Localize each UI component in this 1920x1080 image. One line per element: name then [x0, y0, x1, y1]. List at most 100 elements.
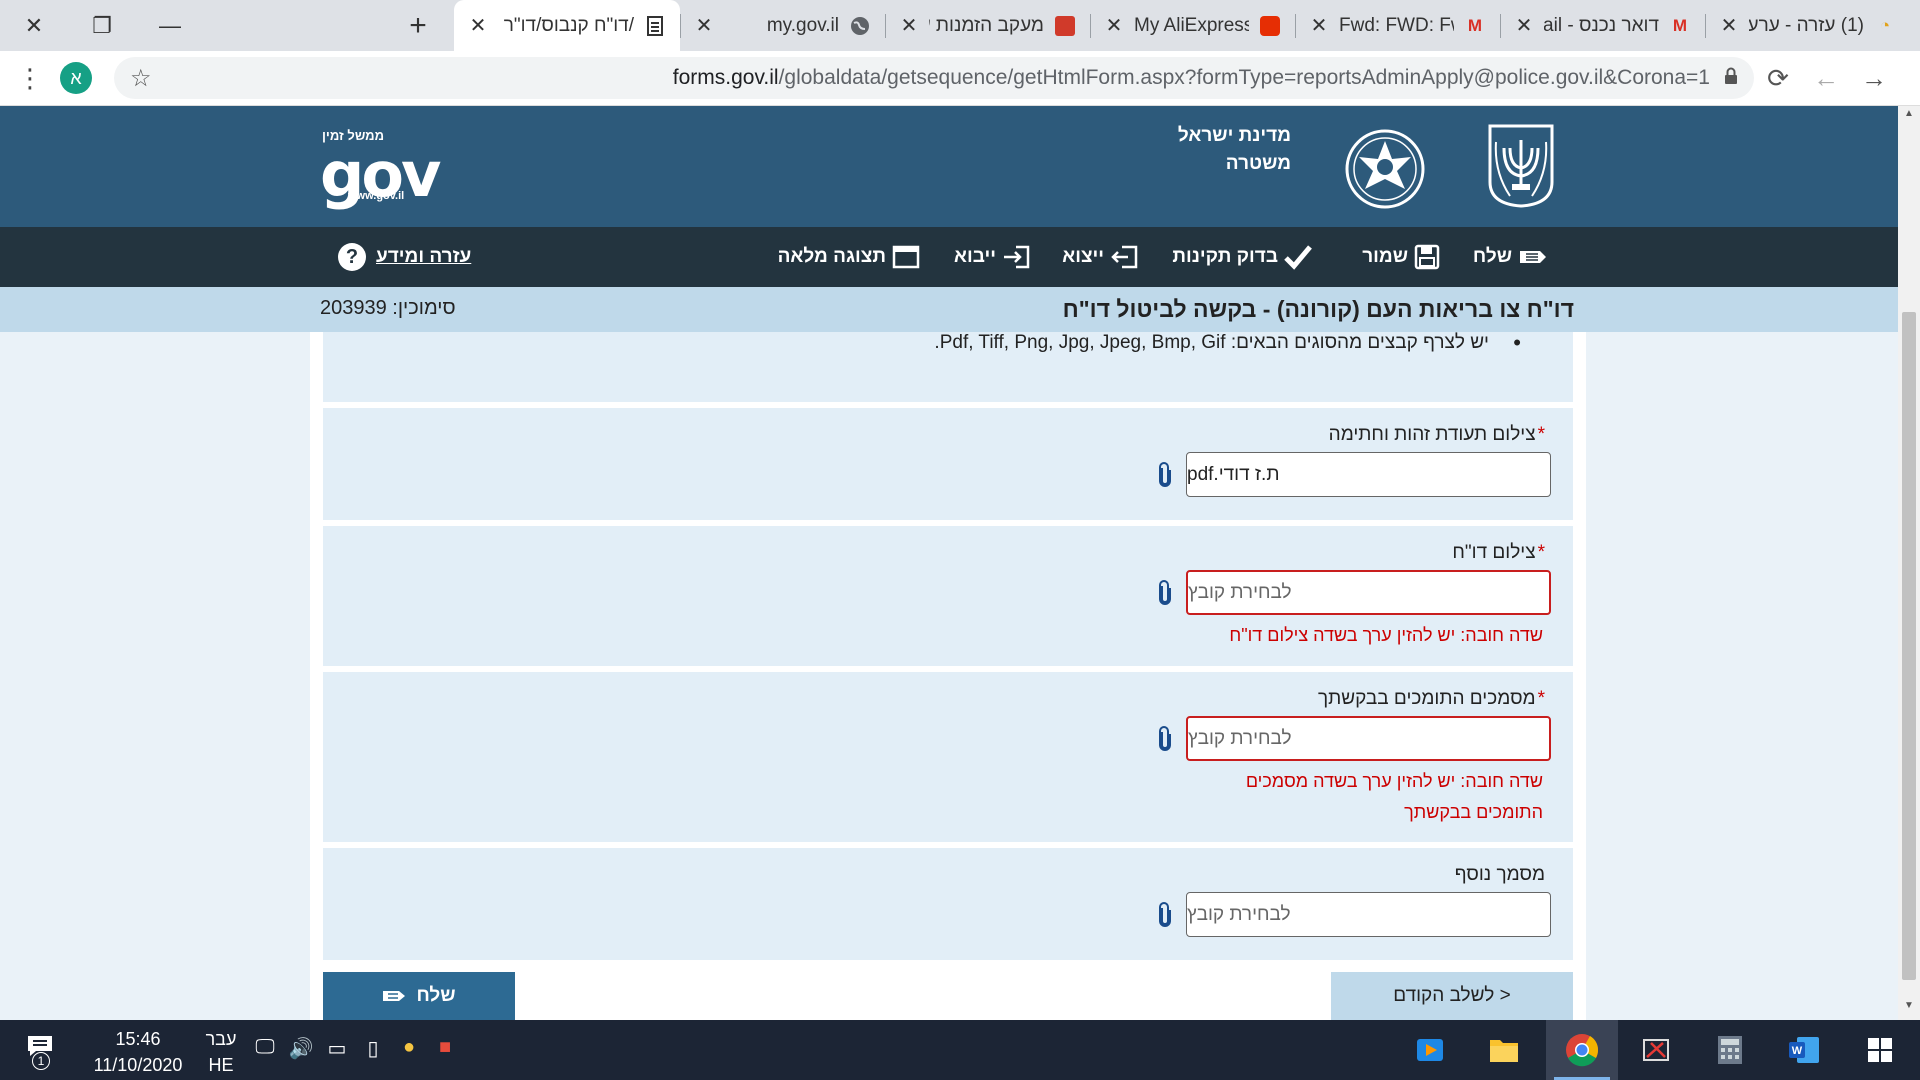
- id-photo-file-input[interactable]: ת.ז דודי.pdf: [1186, 452, 1551, 497]
- import-icon: [1004, 245, 1030, 269]
- help-link[interactable]: עזרה ומידע ?: [338, 227, 471, 287]
- report-photo-file-input[interactable]: לבחירת קובץ: [1186, 570, 1551, 615]
- send-toolbar-button[interactable]: שלח: [1473, 227, 1548, 287]
- tab-favicon-icon: ◔: [1879, 15, 1891, 35]
- gov-logo[interactable]: ממשל זמין gov www.gov.il: [320, 128, 441, 211]
- supporting-docs-section: *מסמכים התומכים בבקשתך לבחירת קובץ שדה ח…: [323, 672, 1573, 842]
- close-tab-icon[interactable]: ✕: [899, 13, 919, 38]
- form-title-bar: דו"ח צו בריאות העם (קורונה) - בקשה לביטו…: [0, 287, 1898, 332]
- paperclip-icon[interactable]: [1155, 902, 1175, 928]
- close-tab-icon[interactable]: ✕: [1104, 13, 1124, 38]
- send-button-label: שלח: [416, 985, 456, 1006]
- snipping-tool-icon[interactable]: [1620, 1020, 1692, 1080]
- browser-menu-icon[interactable]: ⋮: [0, 63, 60, 94]
- export-toolbar-button[interactable]: ייצוא: [1062, 227, 1138, 287]
- required-marker: *: [1537, 688, 1545, 709]
- fullscreen-toolbar-button[interactable]: תצוגה מלאה: [778, 227, 920, 287]
- clock[interactable]: 15:46 11/10/2020: [88, 1026, 188, 1078]
- svg-text:W: W: [1792, 1045, 1803, 1057]
- tab-title: my.gov.il: [766, 14, 839, 36]
- gmail-icon: M: [1467, 15, 1483, 35]
- forward-arrow-icon[interactable]: →: [1850, 63, 1898, 94]
- calculator-icon[interactable]: [1694, 1020, 1766, 1080]
- cloud-sync-icon[interactable]: ●: [396, 1036, 422, 1061]
- browser-tab[interactable]: ◔ (1) עזרה - ערעור ✕: [1705, 0, 1910, 51]
- gmail-icon: M: [1672, 15, 1688, 35]
- scroll-down-arrow-icon[interactable]: ▼: [1898, 1000, 1920, 1018]
- security-alert-icon[interactable]: ■: [432, 1036, 458, 1061]
- tab-title: (1) עזרה - ערעור: [1749, 14, 1864, 36]
- report-photo-error: שדה חובה: יש להזין ערך בשדה צילום דו"ח: [1229, 625, 1543, 645]
- browser-tab[interactable]: M דואר נכנס - mail ✕: [1500, 0, 1705, 51]
- notification-center-icon[interactable]: 1: [26, 1034, 60, 1070]
- battery-icon[interactable]: ▭: [324, 1036, 350, 1061]
- previous-step-button[interactable]: < לשלב הקודם: [1331, 972, 1573, 1020]
- org-state: מדינת ישראל: [1177, 125, 1291, 146]
- page-scrollbar[interactable]: ▲ ▼: [1898, 106, 1920, 1020]
- browser-tab[interactable]: my.gov.il ✕: [680, 0, 885, 51]
- chrome-icon[interactable]: [1546, 1020, 1618, 1080]
- volume-icon[interactable]: 🔊: [288, 1036, 314, 1061]
- browser-tab[interactable]: My AliExpress : l ✕: [1090, 0, 1295, 51]
- supporting-docs-file-input[interactable]: לבחירת קובץ: [1186, 716, 1551, 761]
- lock-icon[interactable]: [1724, 67, 1738, 90]
- scrollbar-thumb[interactable]: [1902, 312, 1916, 980]
- windows-start-icon[interactable]: [1844, 1020, 1916, 1080]
- address-bar[interactable]: ☆ forms.gov.il/globaldata/getsequence/ge…: [114, 57, 1754, 99]
- url-text[interactable]: forms.gov.il/globaldata/getsequence/getH…: [166, 66, 1710, 90]
- paperclip-icon[interactable]: [1155, 580, 1175, 606]
- tab-title: Fwd: FWD: Fwd:: [1339, 14, 1454, 36]
- browser-tab-active[interactable]: /דו"ח קנבוס/דו"ר ✕: [454, 0, 680, 51]
- file-explorer-icon[interactable]: [1468, 1020, 1540, 1080]
- close-tab-icon[interactable]: ✕: [1514, 13, 1534, 38]
- save-toolbar-button[interactable]: שמור: [1362, 227, 1440, 287]
- word-icon[interactable]: W: [1768, 1020, 1840, 1080]
- site-header: ממשל זמין gov www.gov.il מדינת ישראל משט…: [0, 106, 1898, 227]
- import-toolbar-button[interactable]: ייבוא: [954, 227, 1030, 287]
- browser-tab[interactable]: מעקב הזמנות ע ✕: [885, 0, 1090, 51]
- tab-title: דואר נכנס - mail: [1544, 14, 1659, 36]
- close-tab-icon[interactable]: ✕: [1719, 13, 1739, 38]
- paperclip-icon[interactable]: [1155, 726, 1175, 752]
- back-arrow-icon[interactable]: ←: [1802, 63, 1850, 94]
- report-photo-section: *צילום דו"ח לבחירת קובץ שדה חובה: יש להז…: [323, 526, 1573, 666]
- minimize-window-icon[interactable]: —: [136, 13, 204, 39]
- send-icon: [1520, 251, 1546, 263]
- additional-doc-section: מסמך נוסף לבחירת קובץ: [323, 848, 1573, 960]
- close-tab-icon[interactable]: ✕: [468, 13, 488, 38]
- additional-doc-file-input[interactable]: לבחירת קובץ: [1186, 892, 1551, 937]
- browser-tab[interactable]: M Fwd: FWD: Fwd: ✕: [1295, 0, 1500, 51]
- save-icon: [1414, 244, 1440, 270]
- scroll-up-arrow-icon[interactable]: ▲: [1898, 108, 1920, 126]
- url-path: /globaldata/getsequence/getHtmlForm.aspx…: [778, 66, 1710, 89]
- url-host: forms.gov.il: [672, 66, 779, 89]
- org-police: משטרה: [1225, 153, 1291, 174]
- document-icon: [644, 15, 666, 37]
- validate-toolbar-button[interactable]: בדוק תקינות: [1172, 227, 1312, 287]
- media-player-icon[interactable]: [1394, 1020, 1466, 1080]
- close-tab-icon[interactable]: ✕: [694, 13, 714, 38]
- state-emblem-icon: [1488, 124, 1554, 208]
- send-button[interactable]: שלח: [323, 972, 515, 1020]
- report-photo-label: *צילום דו"ח: [1452, 542, 1545, 564]
- file-types-section: יש לצרף קבצים מהסוגים הבאים: Pdf, Tiff, …: [323, 330, 1573, 402]
- reload-icon[interactable]: ⟳: [1754, 63, 1802, 94]
- restore-window-icon[interactable]: ❐: [68, 13, 136, 39]
- id-photo-label-text: צילום תעודת זהות וחתימה: [1328, 424, 1536, 445]
- new-tab-button[interactable]: +: [394, 9, 442, 43]
- required-marker: *: [1537, 542, 1545, 563]
- paperclip-icon[interactable]: [1155, 462, 1175, 488]
- window-controls: ✕ ❐ —: [0, 0, 204, 51]
- question-mark-icon: ?: [338, 243, 366, 271]
- bookmark-star-icon[interactable]: ☆: [130, 64, 152, 93]
- usb-icon[interactable]: ▯: [360, 1036, 386, 1061]
- close-tab-icon[interactable]: ✕: [1309, 13, 1329, 38]
- profile-avatar[interactable]: א: [60, 62, 92, 94]
- language-indicator[interactable]: עבר HE: [204, 1026, 238, 1078]
- help-label: עזרה ומידע: [376, 246, 472, 267]
- close-window-icon[interactable]: ✕: [0, 13, 68, 39]
- form-body: יש לצרף קבצים מהסוגים הבאים: Pdf, Tiff, …: [310, 330, 1586, 1020]
- send-icon: [383, 991, 406, 1001]
- browser-toolbar: ⋮ א ☆ forms.gov.il/globaldata/getsequenc…: [0, 51, 1920, 106]
- network-icon[interactable]: 🖵: [252, 1036, 278, 1061]
